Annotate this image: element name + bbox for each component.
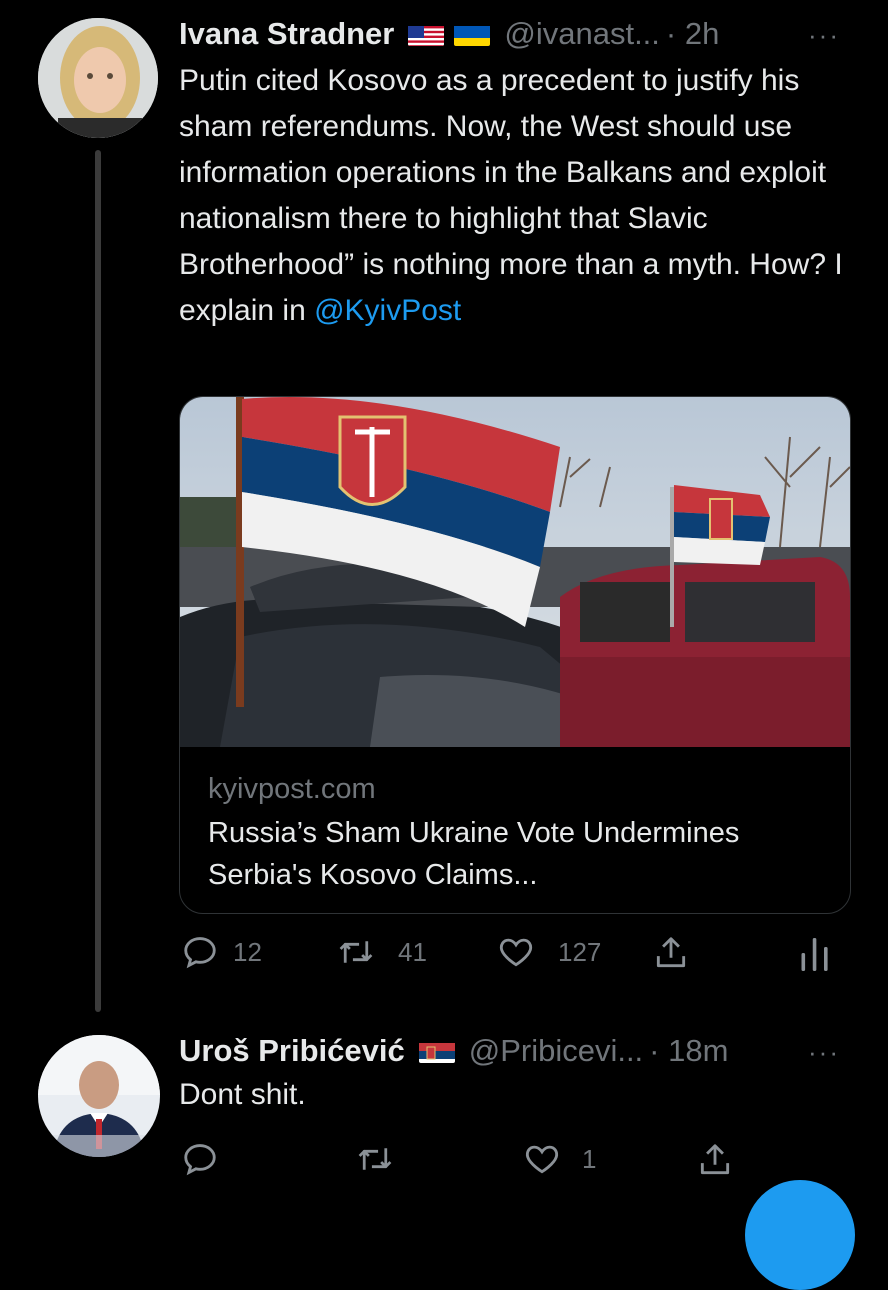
- reply-time[interactable]: · 18m: [649, 1033, 728, 1069]
- reply-icon: [184, 937, 216, 969]
- share-icon: [656, 937, 686, 968]
- heart-icon: [499, 938, 533, 967]
- tweet-body: Putin cited Kosovo as a precedent to jus…: [179, 64, 843, 327]
- mention-link[interactable]: @KyivPost: [314, 294, 461, 327]
- reply-author-handle[interactable]: @Pribicevi...: [469, 1033, 643, 1069]
- reply-like-button[interactable]: 1: [522, 1140, 596, 1178]
- reply-like-count: 1: [582, 1143, 597, 1174]
- more-icon[interactable]: ···: [808, 20, 840, 51]
- retweet-icon: [358, 1148, 392, 1170]
- reply-share-button[interactable]: [696, 1140, 734, 1180]
- retweet-count: 41: [398, 936, 427, 967]
- card-domain: kyivpost.com: [208, 773, 376, 805]
- author-handle[interactable]: @ivanast...: [504, 16, 660, 52]
- analytics-icon: [801, 938, 828, 971]
- avatar[interactable]: [38, 18, 158, 138]
- reply-reply-button[interactable]: [181, 1140, 219, 1178]
- reply-more-icon[interactable]: ···: [808, 1037, 840, 1068]
- reply-avatar[interactable]: [38, 1035, 160, 1157]
- serbia-flag-icon: [418, 1039, 455, 1063]
- retweet-icon: [339, 941, 373, 963]
- tweet-time[interactable]: · 2h: [666, 16, 719, 52]
- heart-icon: [525, 1145, 559, 1174]
- reply-icon: [184, 1144, 216, 1176]
- reply-header: Uroš Pribićević @Pribicevi... · 18m: [179, 1033, 728, 1069]
- card-image[interactable]: [180, 397, 850, 747]
- thread-connector: [95, 150, 101, 1012]
- reply-text: Dont shit.: [179, 1078, 306, 1111]
- reply-author-name[interactable]: Uroš Pribićević: [179, 1033, 405, 1069]
- tweet-header: Ivana Stradner @ivanast... · 2h: [179, 16, 719, 52]
- analytics-button[interactable]: [800, 935, 830, 971]
- us-flag-icon: [408, 22, 445, 46]
- ukraine-flag-icon: [454, 22, 491, 46]
- retweet-button[interactable]: 41: [336, 933, 427, 971]
- reply-button[interactable]: 12: [181, 933, 262, 971]
- tweet-text: Putin cited Kosovo as a precedent to jus…: [179, 58, 859, 334]
- compose-button[interactable]: [745, 1180, 855, 1290]
- like-button[interactable]: 127: [496, 933, 601, 971]
- author-name[interactable]: Ivana Stradner: [179, 16, 394, 52]
- reply-retweet-button[interactable]: [355, 1140, 395, 1178]
- like-count: 127: [558, 936, 602, 967]
- reply-count: 12: [233, 936, 262, 967]
- card-title[interactable]: Russia’s Sham Ukraine Vote Undermines Se…: [208, 812, 828, 896]
- share-icon: [700, 1144, 730, 1175]
- share-button[interactable]: [652, 933, 690, 973]
